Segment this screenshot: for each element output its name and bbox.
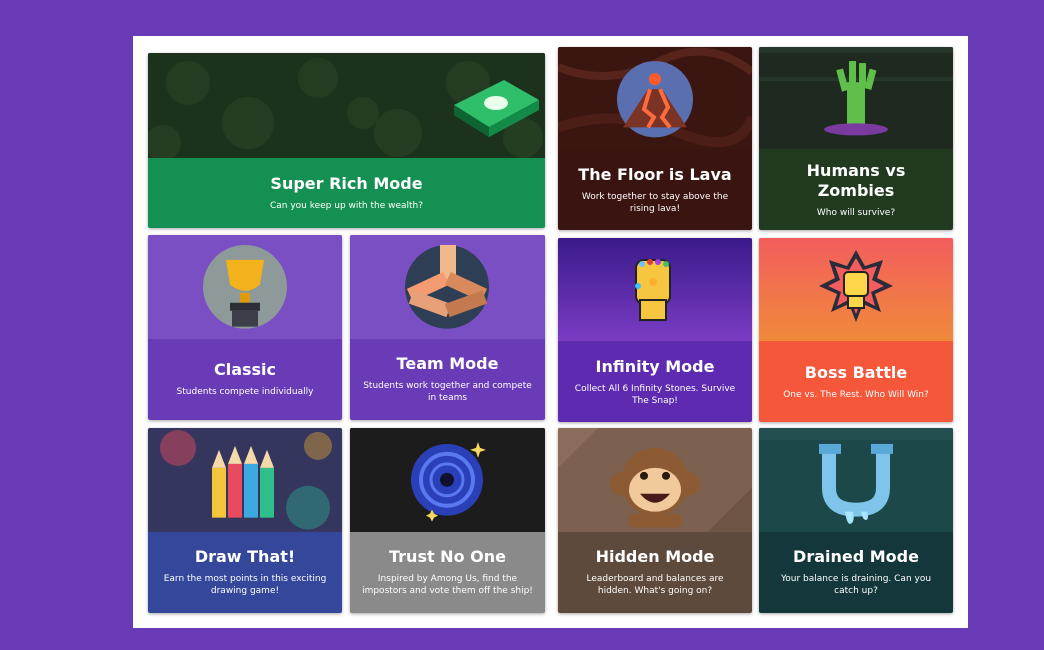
mode-card-art	[759, 238, 953, 342]
mode-description: Work together to stay above the rising l…	[581, 191, 729, 214]
mode-description: Earn the most points in this exciting dr…	[163, 574, 327, 597]
mode-title: Classic	[213, 360, 277, 380]
mode-description: One vs. The Rest. Who Will Win?	[783, 389, 929, 400]
mode-card-trust-no-one[interactable]: Trust No One Inspired by Among Us, find …	[350, 428, 545, 613]
mode-title: Humans vs Zombies	[806, 160, 906, 200]
mode-title: The Floor is Lava	[578, 164, 732, 184]
mode-card-drained-mode[interactable]: Drained Mode Your balance is draining. C…	[759, 428, 953, 613]
mode-card-info: The Floor is Lava Work together to stay …	[558, 149, 752, 230]
mode-card-art	[759, 47, 953, 150]
infinity-gauntlet-icon	[558, 238, 752, 342]
mode-card-boss-battle[interactable]: Boss Battle One vs. The Rest. Who Will W…	[759, 238, 953, 422]
monkey-icon	[558, 428, 752, 532]
mode-card-super-rich[interactable]: Super Rich Mode Can you keep up with the…	[148, 53, 545, 228]
mode-card-info: Humans vs Zombies Who will survive?	[759, 149, 953, 230]
mode-card-art	[759, 428, 953, 532]
page-bottom-strip	[133, 628, 968, 650]
volcano-icon	[558, 47, 752, 150]
mode-card-info: Infinity Mode Collect All 6 Infinity Sto…	[558, 341, 752, 422]
mode-description: Your balance is draining. Can you catch …	[780, 574, 932, 597]
mode-card-info: Hidden Mode Leaderboard and balances are…	[558, 531, 752, 613]
mode-title: Infinity Mode	[595, 356, 715, 376]
mode-card-art	[558, 428, 752, 532]
mode-card-info: Team Mode Students work together and com…	[350, 338, 545, 420]
mode-card-info: Super Rich Mode Can you keep up with the…	[148, 158, 545, 228]
mode-card-art	[558, 238, 752, 342]
pencils-icon	[148, 428, 342, 532]
zombie-hand-icon	[759, 47, 953, 150]
money-stack-icon	[148, 53, 545, 158]
mode-description: Collect All 6 Infinity Stones. Survive T…	[574, 383, 736, 406]
mode-card-draw-that[interactable]: Draw That! Earn the most points in this …	[148, 428, 342, 613]
mode-card-info: Classic Students compete individually	[148, 338, 342, 420]
mode-title: Hidden Mode	[595, 547, 715, 567]
mode-description: Inspired by Among Us, find the impostors…	[362, 574, 533, 597]
team-hands-icon	[350, 235, 545, 339]
mode-title: Drained Mode	[793, 547, 919, 567]
mode-title: Trust No One	[389, 547, 506, 567]
mode-card-info: Trust No One Inspired by Among Us, find …	[350, 531, 545, 613]
mode-title: Team Mode	[396, 354, 499, 374]
mode-card-info: Boss Battle One vs. The Rest. Who Will W…	[759, 341, 953, 422]
mode-description: Who will survive?	[816, 207, 896, 218]
trophy-icon	[148, 235, 342, 339]
mode-card-info: Drained Mode Your balance is draining. C…	[759, 531, 953, 613]
mode-description: Students compete individually	[176, 387, 314, 398]
mode-card-art	[558, 47, 752, 150]
mode-title: Draw That!	[194, 547, 296, 567]
mode-card-art	[148, 53, 545, 158]
mode-description: Students work together and compete in te…	[363, 381, 532, 404]
mode-card-art	[350, 235, 545, 339]
black-hole-icon	[350, 428, 545, 532]
mode-card-art	[350, 428, 545, 532]
mode-card-infinity-mode[interactable]: Infinity Mode Collect All 6 Infinity Sto…	[558, 238, 752, 422]
mode-card-hidden-mode[interactable]: Hidden Mode Leaderboard and balances are…	[558, 428, 752, 613]
mode-card-floor-is-lava[interactable]: The Floor is Lava Work together to stay …	[558, 47, 752, 230]
mode-title: Super Rich Mode	[270, 174, 423, 193]
mode-card-classic[interactable]: Classic Students compete individually	[148, 235, 342, 420]
mode-description: Can you keep up with the wealth?	[269, 201, 424, 211]
mode-card-team-mode[interactable]: Team Mode Students work together and com…	[350, 235, 545, 420]
mode-title: Boss Battle	[804, 362, 908, 382]
mode-card-humans-vs-zombies[interactable]: Humans vs Zombies Who will survive?	[759, 47, 953, 230]
mode-card-art	[148, 235, 342, 339]
mode-card-art	[148, 428, 342, 532]
mode-description: Leaderboard and balances are hidden. Wha…	[586, 574, 724, 597]
mode-card-info: Draw That! Earn the most points in this …	[148, 531, 342, 613]
pipe-icon	[759, 428, 953, 532]
fist-icon	[759, 238, 953, 342]
